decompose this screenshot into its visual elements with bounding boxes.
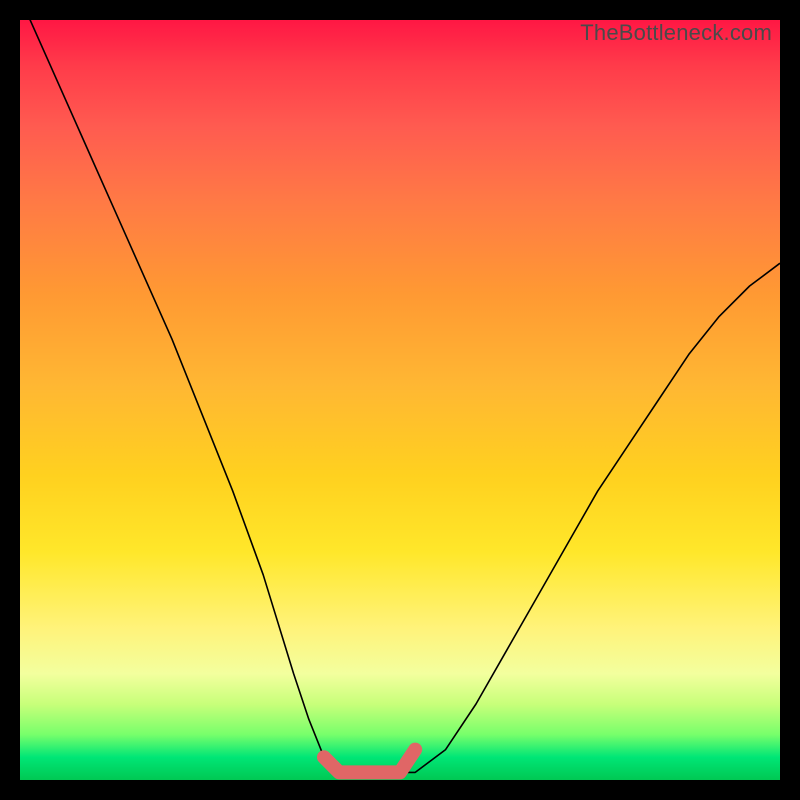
- optimal-flat-marker: [324, 750, 415, 773]
- bottleneck-curve: [20, 20, 780, 780]
- curve-path: [20, 20, 780, 772]
- chart-frame: TheBottleneck.com: [0, 0, 800, 800]
- plot-area: TheBottleneck.com: [20, 20, 780, 780]
